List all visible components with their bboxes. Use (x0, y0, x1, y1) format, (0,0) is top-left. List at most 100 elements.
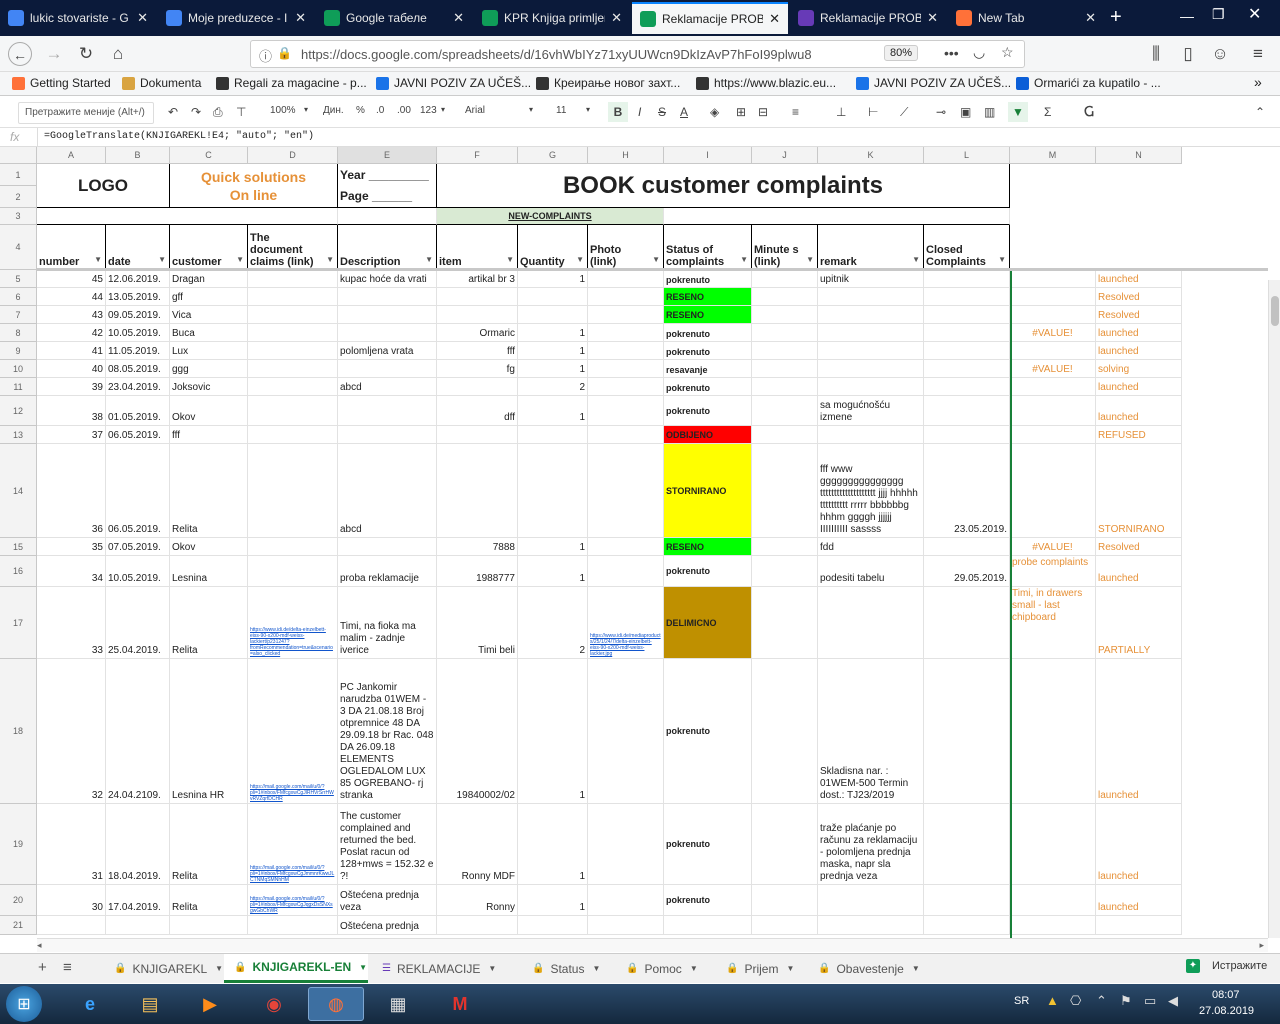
cell-date[interactable]: 06.05.2019. (106, 444, 170, 538)
cell-translation[interactable] (1010, 342, 1096, 360)
column-header-g[interactable]: G (518, 147, 588, 164)
filter-icon[interactable]: ▼ (236, 254, 244, 266)
cell-number[interactable]: 38 (37, 396, 106, 426)
cell-number[interactable]: 37 (37, 426, 106, 444)
strikethrough-icon[interactable]: S (658, 105, 666, 119)
cell-minutes[interactable] (752, 342, 818, 360)
explore-button[interactable]: ✦ Истражите (1186, 959, 1267, 973)
sidebar-icon[interactable]: ▯ (1176, 42, 1200, 66)
cell-item[interactable]: dff (437, 396, 518, 426)
blank-cell[interactable] (37, 208, 338, 225)
quick-solutions-cell[interactable]: Quick solutions On line (170, 164, 338, 208)
cell-closed[interactable] (924, 396, 1010, 426)
column-header-c[interactable]: C (170, 147, 248, 164)
cell-description[interactable] (338, 396, 437, 426)
cell-closed[interactable] (924, 306, 1010, 324)
cell-status-en[interactable] (1096, 916, 1182, 935)
cell-photo-link[interactable] (588, 885, 664, 916)
filter-icon[interactable]: ▼ (912, 254, 920, 266)
cell-remark[interactable] (818, 324, 924, 342)
cell-status-en[interactable]: launched (1096, 342, 1182, 360)
cell-date[interactable]: 17.04.2019. (106, 885, 170, 916)
align-icon[interactable]: ≡ (792, 105, 799, 119)
print-icon[interactable]: ⎙ (213, 105, 223, 120)
overflow-chevron-icon[interactable]: » (1254, 74, 1262, 90)
clock-time[interactable]: 08:07 (1212, 989, 1240, 1001)
bookmark-item[interactable]: https://www.blazic.eu... (696, 76, 836, 90)
cell-number[interactable]: 32 (37, 659, 106, 804)
cell-status[interactable]: pokrenuto (664, 378, 752, 396)
comment-icon[interactable]: ▣ (960, 105, 971, 119)
cell-remark[interactable]: traže plaćanje po računu za reklamaciju … (818, 804, 924, 885)
cell-document-link[interactable] (248, 444, 338, 538)
row-header[interactable]: 13 (0, 426, 37, 444)
ie-icon[interactable]: e (62, 987, 118, 1021)
cell-number[interactable]: 31 (37, 804, 106, 885)
column-title-number[interactable]: number ▼ (37, 225, 106, 270)
cell-document-link[interactable] (248, 342, 338, 360)
forward-icon[interactable]: → (42, 42, 66, 66)
account-icon[interactable]: ☺ (1208, 42, 1232, 66)
cell-translation[interactable] (1010, 396, 1096, 426)
column-header-j[interactable]: J (752, 147, 818, 164)
format-button[interactable]: 123 (420, 105, 437, 116)
cell-document-link[interactable]: https://mail.google.com/mail/u/0/?pli=1#… (248, 659, 338, 804)
text-color-icon[interactable]: A (680, 105, 688, 119)
cell-photo-link[interactable]: https://www.idi.de/mediaproducts/25/1/24… (588, 587, 664, 659)
flag-icon[interactable]: ⚑ (1120, 993, 1132, 1009)
cell-customer[interactable]: Relita (170, 804, 248, 885)
cell-status-en[interactable]: STORNIRANO (1096, 444, 1182, 538)
cell-remark[interactable]: Skladisna nar. : 01WEM-500 Termin dost.:… (818, 659, 924, 804)
decrease-decimal-button[interactable]: .0 (376, 105, 384, 116)
cell-quantity[interactable]: 1 (518, 342, 588, 360)
browser-tab[interactable]: Moje preduzece - I ✕ (158, 2, 314, 34)
cell-quantity[interactable]: 1 (518, 885, 588, 916)
cell-remark[interactable]: fff www ggggggggggggggg tttttttttttttttt… (818, 444, 924, 538)
cell-status-en[interactable]: Resolved (1096, 306, 1182, 324)
column-title-doc[interactable]: The document claims (link) ▼ (248, 225, 338, 270)
cell-minutes[interactable] (752, 288, 818, 306)
close-icon[interactable]: ✕ (611, 10, 622, 26)
cell-closed[interactable] (924, 342, 1010, 360)
cell-minutes[interactable] (752, 378, 818, 396)
cell-photo-link[interactable] (588, 556, 664, 587)
cell-remark[interactable] (818, 342, 924, 360)
cell-photo-link[interactable] (588, 306, 664, 324)
cell-status[interactable]: ODBIJENO (664, 426, 752, 444)
redo-icon[interactable]: ↷ (191, 105, 201, 119)
cell-closed[interactable] (924, 426, 1010, 444)
chevron-down-icon[interactable]: ▼ (690, 964, 698, 973)
chevron-down-icon[interactable]: ▾ (529, 105, 533, 114)
cell-minutes[interactable] (752, 306, 818, 324)
cell-translation[interactable] (1010, 804, 1096, 885)
bookmark-item[interactable]: JAVNI POZIV ZA UČEŠ... (856, 76, 1011, 90)
fill-color-icon[interactable]: ◈ (710, 105, 719, 119)
row-header[interactable]: 8 (0, 324, 37, 342)
chevron-down-icon[interactable]: ▾ (441, 105, 445, 114)
cell-minutes[interactable] (752, 396, 818, 426)
row-header[interactable]: 17 (0, 587, 37, 659)
maximize-icon[interactable]: ❐ (1212, 6, 1225, 23)
close-icon[interactable]: ✕ (453, 10, 464, 26)
chevron-down-icon[interactable]: ▼ (592, 964, 600, 973)
chevron-down-icon[interactable]: ▾ (586, 105, 590, 114)
cell-date[interactable]: 01.05.2019. (106, 396, 170, 426)
cell-minutes[interactable] (752, 538, 818, 556)
new-complaints-label[interactable]: NEW-COMPLAINTS (437, 208, 664, 225)
cell-translation[interactable] (1010, 426, 1096, 444)
cell-translation[interactable]: #VALUE! (1010, 324, 1096, 342)
rotate-icon[interactable]: ⟋ (900, 105, 908, 120)
column-header-i[interactable]: I (664, 147, 752, 164)
logo-cell[interactable]: LOGO (37, 164, 170, 208)
cell-date[interactable]: 07.05.2019. (106, 538, 170, 556)
filter-icon[interactable]: ▼ (425, 254, 433, 266)
cell-document-link[interactable] (248, 556, 338, 587)
row-header[interactable]: 19 (0, 804, 37, 885)
chart-icon[interactable]: ▥ (984, 105, 995, 119)
cell-item[interactable]: Ormaric (437, 324, 518, 342)
cell-remark[interactable] (818, 360, 924, 378)
cell-photo-link[interactable] (588, 324, 664, 342)
cell-description[interactable] (338, 538, 437, 556)
cell-status[interactable]: pokrenuto (664, 885, 752, 916)
row-header[interactable]: 5 (0, 270, 37, 288)
